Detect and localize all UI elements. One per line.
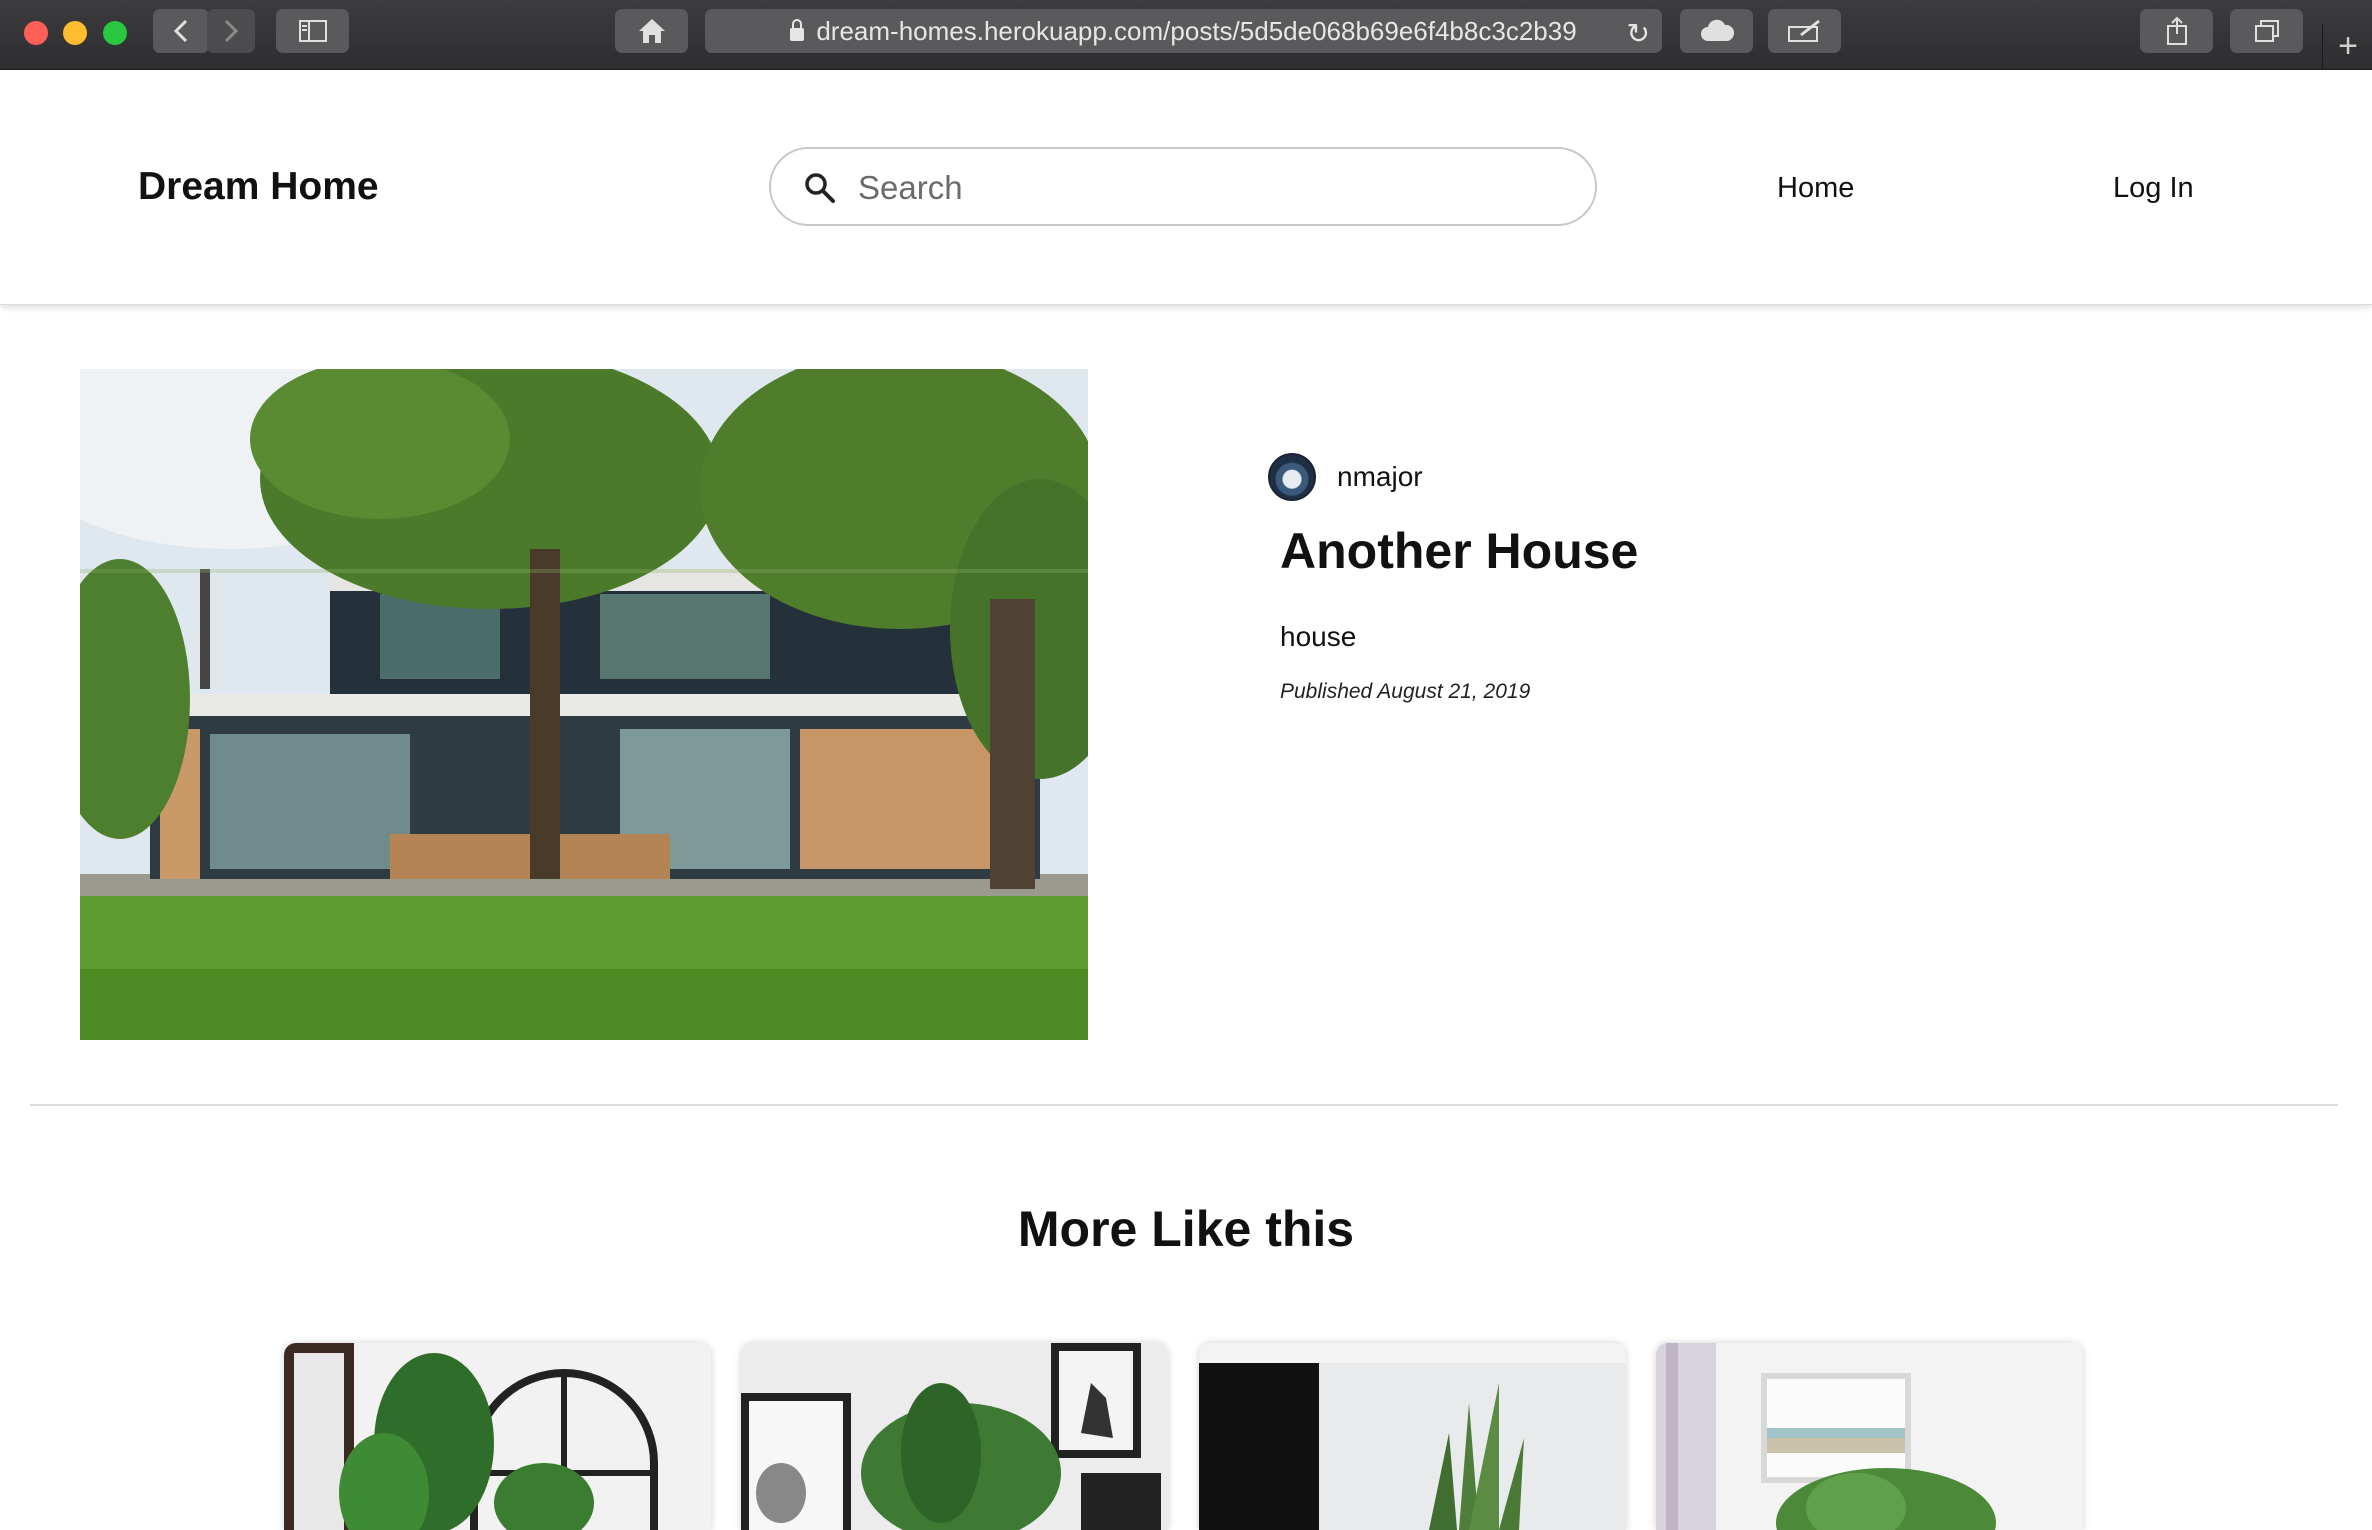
author-name[interactable]: nmajor [1337,461,1423,493]
markup-button[interactable] [1768,9,1841,53]
site-header: Dream Home Home Log In [0,70,2372,305]
forward-icon [224,19,239,43]
tabs-icon [2254,20,2279,42]
home-icon [638,19,665,43]
author-avatar[interactable] [1268,453,1316,501]
address-bar[interactable]: dream-homes.herokuapp.com/posts/5d5de068… [705,9,1662,53]
house-photo [80,369,1088,1040]
publish-date: Published August 21, 2019 [1280,680,1531,703]
post-tag[interactable]: house [1280,621,1356,653]
share-icon [2166,16,2187,45]
browser-toolbar: dream-homes.herokuapp.com/posts/5d5de068… [0,0,2372,70]
post-title: Another House [1280,523,1639,579]
tabs-button[interactable] [2230,9,2303,53]
related-card[interactable] [1656,1343,2083,1530]
cloud-icon [1700,19,1734,41]
search-input[interactable] [856,149,1560,226]
sidebar-icon [298,20,327,42]
related-heading: More Like this [1017,1201,1355,1257]
minimize-window-button[interactable] [63,21,87,45]
url-text: dream-homes.herokuapp.com/posts/5d5de068… [816,15,1577,46]
nav-login-link[interactable]: Log In [2113,172,2194,205]
close-window-button[interactable] [24,21,48,45]
forward-button[interactable] [207,9,255,53]
new-tab-icon[interactable]: + [2322,24,2372,69]
nav-home-link[interactable]: Home [1777,172,1854,205]
card-image [741,1343,1168,1530]
reload-icon[interactable]: ↻ [1627,17,1650,50]
icloud-button[interactable] [1680,9,1753,53]
post-image [80,369,1088,1040]
card-image [1656,1343,2083,1530]
search-icon [805,173,835,203]
zoom-window-button[interactable] [103,21,127,45]
section-divider [30,1104,2338,1106]
back-button[interactable] [153,9,209,53]
search-box[interactable] [769,147,1597,226]
back-icon [173,19,188,43]
brand-logo[interactable]: Dream Home [138,165,379,209]
card-image [1199,1343,1626,1530]
sidebar-button[interactable] [276,9,349,53]
related-card[interactable] [284,1343,711,1530]
related-card[interactable] [741,1343,1168,1530]
lock-icon [790,18,805,41]
edit-icon [1787,19,1820,42]
home-button[interactable] [615,9,688,53]
share-button[interactable] [2140,9,2213,53]
card-image [284,1343,711,1530]
related-card[interactable] [1199,1343,1626,1530]
